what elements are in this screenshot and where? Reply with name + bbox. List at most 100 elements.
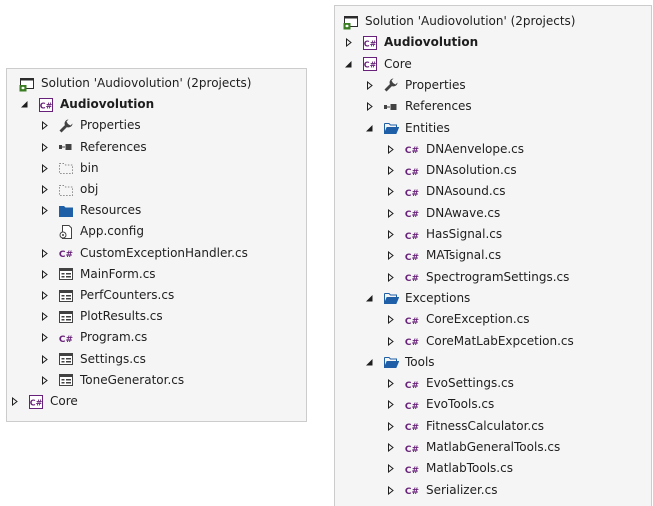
collapsed-arrow-icon[interactable]	[39, 179, 50, 200]
tree-node-resources[interactable]: Resources	[39, 200, 141, 221]
collapsed-arrow-icon[interactable]	[385, 373, 396, 394]
tree-node-app-config[interactable]: App.config	[39, 221, 144, 242]
collapsed-arrow-icon[interactable]	[385, 203, 396, 224]
collapsed-arrow-icon[interactable]	[39, 158, 50, 179]
tree-node-dnaenvelope-cs[interactable]: C# DNAenvelope.cs	[385, 139, 524, 160]
collapsed-arrow-icon[interactable]	[385, 309, 396, 330]
expanded-arrow-icon[interactable]	[364, 118, 375, 139]
collapsed-arrow-icon[interactable]	[385, 181, 396, 202]
collapsed-arrow-icon[interactable]	[39, 264, 50, 285]
collapsed-arrow-icon[interactable]	[39, 349, 50, 370]
collapsed-arrow-icon[interactable]	[385, 160, 396, 181]
solution-icon	[343, 14, 359, 30]
svg-text:C#: C#	[405, 317, 419, 327]
tree-node-label: CoreException.cs	[426, 312, 530, 327]
collapsed-arrow-icon[interactable]	[39, 137, 50, 158]
tree-node-tools[interactable]: Tools	[364, 352, 435, 373]
tree-node-hassignal-cs[interactable]: C# HasSignal.cs	[385, 224, 502, 245]
tree-node-evotools-cs[interactable]: C# EvoTools.cs	[385, 394, 494, 415]
references-icon	[383, 99, 399, 115]
csharp-file-icon: C#	[58, 330, 74, 346]
tree-node-obj[interactable]: obj	[39, 179, 98, 200]
tree-node-label: EvoSettings.cs	[426, 376, 514, 391]
tree-node-label: Audiovolution	[60, 97, 155, 112]
collapsed-arrow-icon[interactable]	[39, 285, 50, 306]
collapsed-arrow-icon[interactable]	[385, 437, 396, 458]
tree-node-corematlabexpcetion-cs[interactable]: C# CoreMatLabExpcetion.cs	[385, 331, 574, 352]
tree-node-label: EvoTools.cs	[426, 397, 495, 412]
tree-node-bin[interactable]: bin	[39, 158, 99, 179]
collapsed-arrow-icon[interactable]	[385, 458, 396, 479]
tree-node-dnasolution-cs[interactable]: C# DNAsolution.cs	[385, 160, 517, 181]
tree-node-coreexception-cs[interactable]: C# CoreException.cs	[385, 309, 530, 330]
tree-node-solution-audiovolution-2projects[interactable]: Solution 'Audiovolution' (2projects)	[343, 11, 576, 32]
tree-node-program-cs[interactable]: C# Program.cs	[39, 327, 147, 348]
collapsed-arrow-icon[interactable]	[364, 96, 375, 117]
svg-text:C#: C#	[405, 487, 419, 497]
svg-text:C#: C#	[405, 232, 419, 242]
form-file-icon	[58, 266, 74, 282]
csharp-file-icon: C#	[404, 227, 420, 243]
tree-node-dnawave-cs[interactable]: C# DNAwave.cs	[385, 203, 500, 224]
collapsed-arrow-icon[interactable]	[9, 391, 20, 412]
tree-node-matlabgeneraltools-cs[interactable]: C# MatlabGeneralTools.cs	[385, 437, 560, 458]
tree-node-label: Entities	[405, 120, 450, 135]
tree-node-core[interactable]: C# Core	[343, 54, 412, 75]
tree-node-properties[interactable]: Properties	[39, 115, 141, 136]
expanded-arrow-icon[interactable]	[19, 94, 30, 115]
collapsed-arrow-icon[interactable]	[385, 480, 396, 501]
collapsed-arrow-icon[interactable]	[39, 306, 50, 327]
tree-node-references[interactable]: References	[364, 96, 472, 117]
tree-node-customexceptionhandler-cs[interactable]: C# CustomExceptionHandler.cs	[39, 243, 248, 264]
collapsed-arrow-icon[interactable]	[39, 200, 50, 221]
collapsed-arrow-icon[interactable]	[39, 115, 50, 136]
collapsed-arrow-icon[interactable]	[385, 139, 396, 160]
tree-node-spectrogramsettings-cs[interactable]: C# SpectrogramSettings.cs	[385, 267, 569, 288]
tree-node-fitnesscalculator-cs[interactable]: C# FitnessCalculator.cs	[385, 416, 544, 437]
tree-node-exceptions[interactable]: Exceptions	[364, 288, 470, 309]
svg-text:C#: C#	[405, 338, 419, 348]
tree-node-serializer-cs[interactable]: C# Serializer.cs	[385, 480, 497, 501]
tree-node-label: bin	[80, 160, 99, 175]
tree-node-properties[interactable]: Properties	[364, 75, 466, 96]
folder-icon	[58, 203, 74, 219]
csharp-file-icon: C#	[404, 163, 420, 179]
tree-node-settings-cs[interactable]: Settings.cs	[39, 349, 146, 370]
tree-node-plotresults-cs[interactable]: PlotResults.cs	[39, 306, 163, 327]
tree-node-entities[interactable]: Entities	[364, 118, 450, 139]
collapsed-arrow-icon[interactable]	[364, 75, 375, 96]
tree-node-matlabtools-cs[interactable]: C# MatlabTools.cs	[385, 458, 513, 479]
tree-node-dnasound-cs[interactable]: C# DNAsound.cs	[385, 181, 506, 202]
tree-node-label: MATsignal.cs	[426, 248, 502, 263]
collapsed-arrow-icon[interactable]	[385, 224, 396, 245]
tree-node-audiovolution[interactable]: C# Audiovolution	[19, 94, 154, 115]
collapsed-arrow-icon[interactable]	[385, 416, 396, 437]
wrench-icon	[383, 77, 399, 93]
tree-node-core[interactable]: C# Core	[9, 391, 78, 412]
expanded-arrow-icon[interactable]	[364, 352, 375, 373]
tree-node-label: Core	[384, 56, 412, 71]
collapsed-arrow-icon[interactable]	[385, 245, 396, 266]
collapsed-arrow-icon[interactable]	[385, 331, 396, 352]
collapsed-arrow-icon[interactable]	[385, 394, 396, 415]
tree-node-matsignal-cs[interactable]: C# MATsignal.cs	[385, 245, 501, 266]
tree-node-label: DNAsound.cs	[426, 184, 506, 199]
tree-node-evosettings-cs[interactable]: C# EvoSettings.cs	[385, 373, 514, 394]
tree-node-label: App.config	[80, 224, 144, 239]
tree-node-mainform-cs[interactable]: MainForm.cs	[39, 264, 156, 285]
tree-node-label: Audiovolution	[384, 35, 479, 50]
collapsed-arrow-icon[interactable]	[385, 267, 396, 288]
collapsed-arrow-icon[interactable]	[39, 370, 50, 391]
solution-icon	[19, 76, 35, 92]
collapsed-arrow-icon[interactable]	[343, 32, 354, 53]
expanded-arrow-icon[interactable]	[343, 54, 354, 75]
tree-node-audiovolution[interactable]: C# Audiovolution	[343, 32, 478, 53]
tree-node-references[interactable]: References	[39, 137, 147, 158]
tree-node-label: PerfCounters.cs	[80, 288, 175, 302]
expanded-arrow-icon[interactable]	[364, 288, 375, 309]
collapsed-arrow-icon[interactable]	[39, 243, 50, 264]
tree-node-solution-audiovolution-2projects[interactable]: Solution 'Audiovolution' (2projects)	[19, 73, 252, 94]
tree-node-perfcounters-cs[interactable]: PerfCounters.cs	[39, 285, 174, 306]
tree-node-tonegenerator-cs[interactable]: ToneGenerator.cs	[39, 370, 184, 391]
collapsed-arrow-icon[interactable]	[39, 327, 50, 348]
